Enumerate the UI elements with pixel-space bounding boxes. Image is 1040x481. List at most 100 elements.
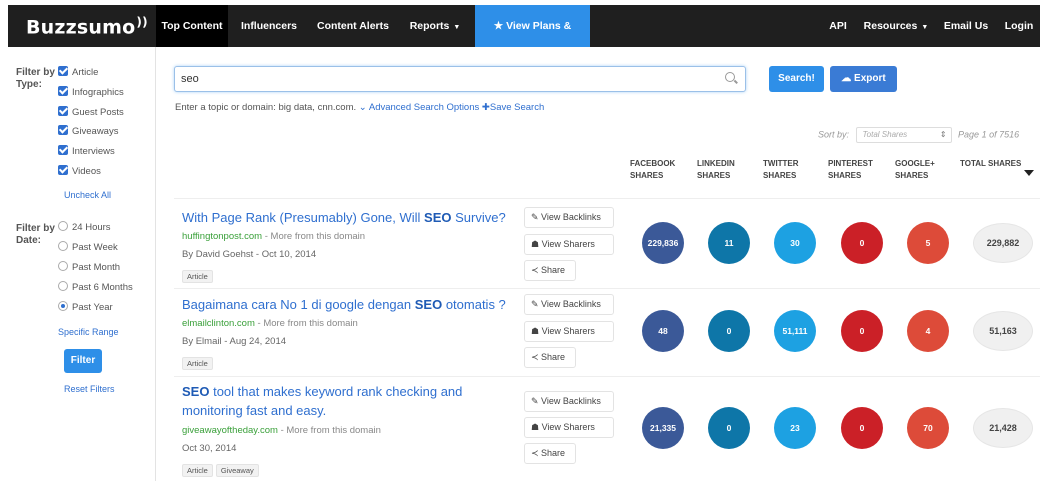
result-title[interactable]: Bagaimana cara No 1 di google dengan SEO… <box>182 295 532 314</box>
sort-select[interactable]: Total Shares <box>855 127 952 143</box>
pinterest-shares-badge: 0 <box>841 222 883 264</box>
view-backlinks-button[interactable]: ✎ View Backlinks <box>524 207 614 228</box>
result-tags: Article <box>182 266 216 284</box>
nav-email-us[interactable]: Email Us <box>940 5 992 47</box>
advanced-search-link[interactable]: Advanced Search Options <box>369 102 479 113</box>
export-button[interactable]: ☁ Export <box>830 66 897 92</box>
nav-view-plans-pricing[interactable]: ★ View Plans & Pricing <box>475 5 590 74</box>
nav-resources[interactable]: Resources ▼ <box>861 5 931 47</box>
filter-date-label-text: 24 Hours <box>72 222 111 233</box>
result-row: SEO tool that makes keyword rank checkin… <box>174 380 1040 480</box>
share-button[interactable]: ≺ Share <box>524 443 576 464</box>
total-shares-badge: 51,163 <box>973 311 1033 351</box>
checkbox-checked-icon[interactable] <box>58 165 68 175</box>
result-domain-link[interactable]: elmailclinton.com <box>182 318 255 329</box>
linkedin-shares-badge: 11 <box>708 222 750 264</box>
twitter-shares-badge: 30 <box>774 222 816 264</box>
result-row: With Page Rank (Presumably) Gone, Will S… <box>174 205 1040 285</box>
col-total-shares[interactable]: TOTAL SHARES <box>960 158 1030 170</box>
save-search-link[interactable]: Save Search <box>490 102 544 113</box>
filter-button[interactable]: Filter <box>64 349 102 373</box>
nav-content-alerts[interactable]: Content Alerts <box>310 5 396 47</box>
col-twitter-shares[interactable]: TWITTER SHARES <box>763 158 808 182</box>
action-label: View Sharers <box>541 326 595 336</box>
share-button[interactable]: ≺ Share <box>524 260 576 281</box>
tag-badge: Giveaway <box>215 464 259 477</box>
filter-date-24-hours[interactable]: 24 Hours <box>58 221 111 235</box>
sort-controls: Sort by: Total Shares Page 1 of 7516 <box>818 127 1019 143</box>
checkbox-checked-icon[interactable] <box>58 66 68 76</box>
facebook-shares-badge: 229,836 <box>642 222 684 264</box>
checkbox-checked-icon[interactable] <box>58 86 68 96</box>
buzzsumo-logo[interactable]: Buzzsumo)) <box>26 15 148 38</box>
specific-range-link[interactable]: Specific Range <box>58 327 119 337</box>
radio-icon[interactable] <box>58 241 68 251</box>
filter-date-past-week[interactable]: Past Week <box>58 241 118 255</box>
total-shares-badge: 21,428 <box>973 408 1033 448</box>
filter-date-past-year[interactable]: Past Year <box>58 301 113 315</box>
nav-api[interactable]: API <box>823 5 853 47</box>
nav-label: Top Content <box>161 20 223 32</box>
radio-selected-icon[interactable] <box>58 301 68 311</box>
title-text: tool that makes keyword rank checking an… <box>182 384 463 418</box>
result-domain-line: huffingtonpost.com - More from this doma… <box>182 231 365 242</box>
view-sharers-button[interactable]: ☗ View Sharers <box>524 234 614 255</box>
filter-type-guest-posts[interactable]: Guest Posts <box>58 106 124 120</box>
filter-date-past-month[interactable]: Past Month <box>58 261 120 275</box>
result-domain-link[interactable]: huffingtonpost.com <box>182 231 262 242</box>
result-author: By David Goehst - Oct 10, 2014 <box>182 249 317 260</box>
result-title[interactable]: SEO tool that makes keyword rank checkin… <box>182 382 492 420</box>
sort-desc-icon[interactable] <box>1024 170 1034 176</box>
filter-type-videos[interactable]: Videos <box>58 165 101 179</box>
col-googleplus-shares[interactable]: GOOGLE+ SHARES <box>895 158 943 182</box>
link-icon: ✎ <box>531 299 542 309</box>
col-linkedin-shares[interactable]: LINKEDIN SHARES <box>697 158 747 182</box>
radio-icon[interactable] <box>58 261 68 271</box>
reset-filters-link[interactable]: Reset Filters <box>64 384 115 394</box>
result-domain-link[interactable]: giveawayoftheday.com <box>182 425 278 436</box>
filter-date-past-6-months[interactable]: Past 6 Months <box>58 281 133 295</box>
checkbox-checked-icon[interactable] <box>58 145 68 155</box>
more-from-domain-link[interactable]: - More from this domain <box>258 318 358 329</box>
view-backlinks-button[interactable]: ✎ View Backlinks <box>524 391 614 412</box>
more-from-domain-link[interactable]: - More from this domain <box>265 231 365 242</box>
view-backlinks-button[interactable]: ✎ View Backlinks <box>524 294 614 315</box>
pinterest-shares-badge: 0 <box>841 310 883 352</box>
checkbox-checked-icon[interactable] <box>58 106 68 116</box>
filter-type-interviews[interactable]: Interviews <box>58 145 115 159</box>
filter-type-label-text: Giveaways <box>72 126 119 137</box>
sort-label: Sort by: <box>818 129 850 140</box>
googleplus-shares-badge: 70 <box>907 407 949 449</box>
search-button[interactable]: Search! <box>769 66 824 92</box>
filter-type-infographics[interactable]: Infographics <box>58 86 124 100</box>
result-domain-line: elmailclinton.com - More from this domai… <box>182 318 358 329</box>
filter-date-label-text: Past Month <box>72 262 121 273</box>
filter-type-label-text: Videos <box>72 166 101 177</box>
filter-type-giveaways[interactable]: Giveaways <box>58 125 118 139</box>
logo-text: Buzzsumo <box>26 16 136 39</box>
radio-icon[interactable] <box>58 281 68 291</box>
nav-influencers[interactable]: Influencers <box>234 5 304 47</box>
view-sharers-button[interactable]: ☗ View Sharers <box>524 417 614 438</box>
nav-login[interactable]: Login <box>1001 5 1037 47</box>
checkbox-checked-icon[interactable] <box>58 125 68 135</box>
view-sharers-button[interactable]: ☗ View Sharers <box>524 321 614 342</box>
search-icon[interactable] <box>725 72 735 82</box>
nav-reports[interactable]: Reports ▼ <box>400 5 470 47</box>
uncheck-all-link[interactable]: Uncheck All <box>64 190 111 200</box>
filter-type-article[interactable]: Article <box>58 66 98 80</box>
users-icon: ☗ <box>531 239 542 249</box>
radio-icon[interactable] <box>58 221 68 231</box>
nav-top-content[interactable]: Top Content <box>156 5 228 47</box>
more-from-domain-link[interactable]: - More from this domain <box>281 425 381 436</box>
col-pinterest-shares[interactable]: PINTEREST SHARES <box>828 158 883 182</box>
result-row: Bagaimana cara No 1 di google dengan SEO… <box>174 292 1040 372</box>
search-input[interactable] <box>175 67 705 91</box>
col-facebook-shares[interactable]: FACEBOOK SHARES <box>630 158 680 182</box>
cloud-download-icon: ☁ <box>841 73 855 84</box>
result-title[interactable]: With Page Rank (Presumably) Gone, Will S… <box>182 208 512 227</box>
action-label: Share <box>541 448 566 458</box>
filter-date-label-text: Past Year <box>72 302 113 313</box>
nav-label: Reports <box>409 20 450 32</box>
share-button[interactable]: ≺ Share <box>524 347 576 368</box>
